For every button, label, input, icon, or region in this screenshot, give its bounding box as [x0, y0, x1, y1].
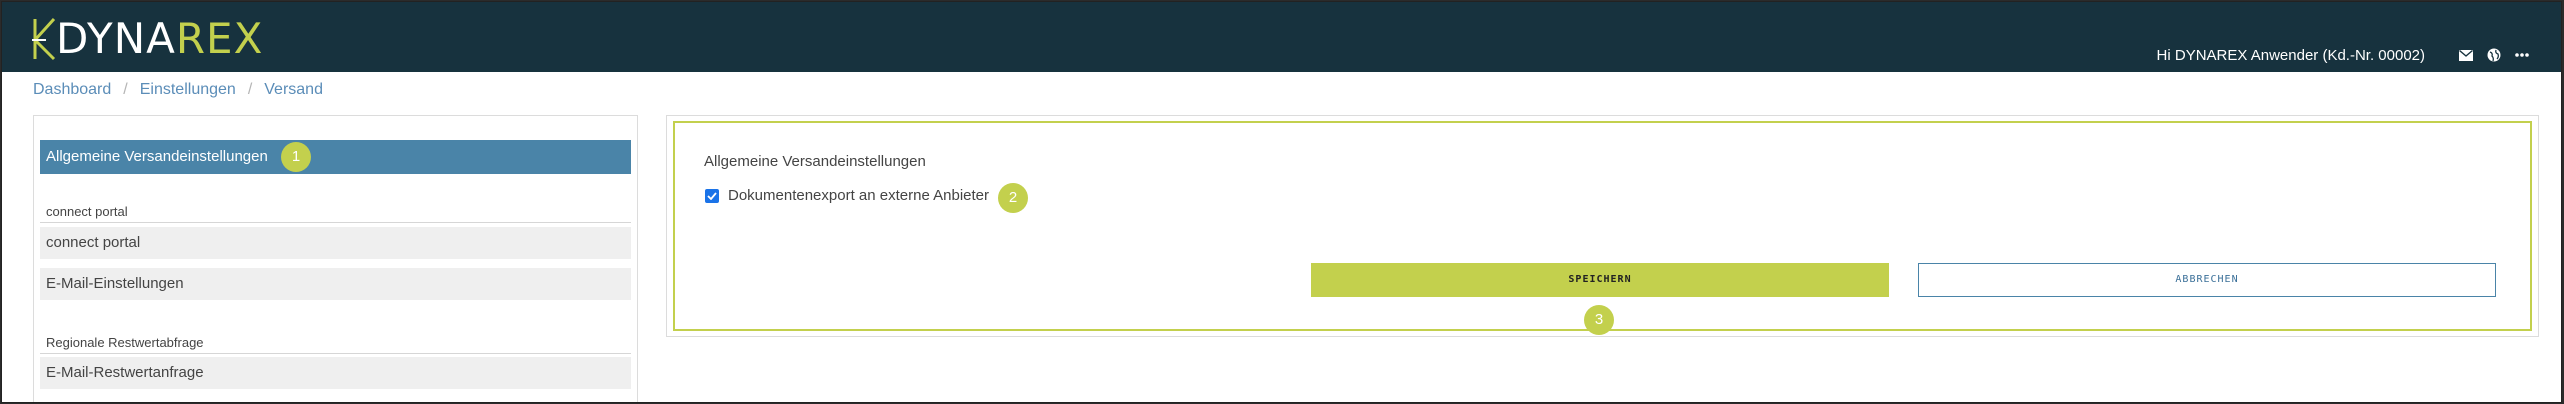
sidebar: Allgemeine Versandeinstellungen connect … [33, 115, 638, 402]
checkmark-icon [707, 191, 717, 200]
sidebar-group-label: connect portal [46, 204, 128, 219]
section-title: Allgemeine Versandeinstellungen [704, 153, 926, 170]
more-icon[interactable] [2513, 46, 2531, 64]
export-checkbox-label: Dokumentenexport an externe Anbieter [728, 187, 989, 204]
step-badge-2: 2 [998, 183, 1028, 213]
breadcrumb-separator: / [247, 81, 253, 98]
sidebar-item-connect-portal[interactable]: connect portal [40, 227, 631, 259]
mail-icon[interactable] [2457, 46, 2475, 64]
globe-icon[interactable] [2485, 46, 2503, 64]
sidebar-item-allgemeine-versandeinstellungen[interactable]: Allgemeine Versandeinstellungen [40, 140, 631, 174]
breadcrumb: Dashboard / Einstellungen / Versand [33, 81, 323, 99]
logo-text-rex: REX [175, 14, 264, 63]
sidebar-divider [40, 222, 631, 223]
logo[interactable]: DYNA REX [32, 16, 263, 62]
app-window: DYNA REX Hi DYNAREX Anwender (Kd.-Nr. 000… [1, 1, 2562, 403]
export-option: Dokumentenexport an externe Anbieter [705, 187, 989, 204]
sidebar-group-label: Regionale Restwertabfrage [46, 335, 204, 350]
step-badge-3: 3 [1584, 305, 1614, 335]
settings-panel-inner [673, 121, 2532, 331]
sidebar-item-email-einstellungen[interactable]: E-Mail-Einstellungen [40, 268, 631, 300]
breadcrumb-einstellungen[interactable]: Einstellungen [140, 81, 236, 99]
top-bar: DYNA REX Hi DYNAREX Anwender (Kd.-Nr. 000… [2, 2, 2561, 72]
logo-mark-icon [32, 17, 56, 61]
sidebar-divider [40, 353, 631, 354]
cancel-button[interactable]: ABBRECHEN [1918, 263, 2496, 297]
user-greeting: Hi DYNAREX Anwender (Kd.-Nr. 00002) [2156, 46, 2425, 64]
breadcrumb-separator: / [123, 81, 128, 98]
logo-text-dyna: DYNA [56, 14, 176, 63]
step-badge-1: 1 [281, 142, 311, 172]
export-checkbox[interactable] [705, 188, 719, 203]
user-bar: Hi DYNAREX Anwender (Kd.-Nr. 00002) [2157, 46, 2531, 64]
breadcrumb-dashboard[interactable]: Dashboard [33, 81, 111, 99]
sidebar-item-email-restwertanfrage[interactable]: E-Mail-Restwertanfrage [40, 357, 631, 389]
save-button[interactable]: SPEICHERN [1311, 263, 1889, 297]
breadcrumb-versand[interactable]: Versand [264, 81, 323, 99]
